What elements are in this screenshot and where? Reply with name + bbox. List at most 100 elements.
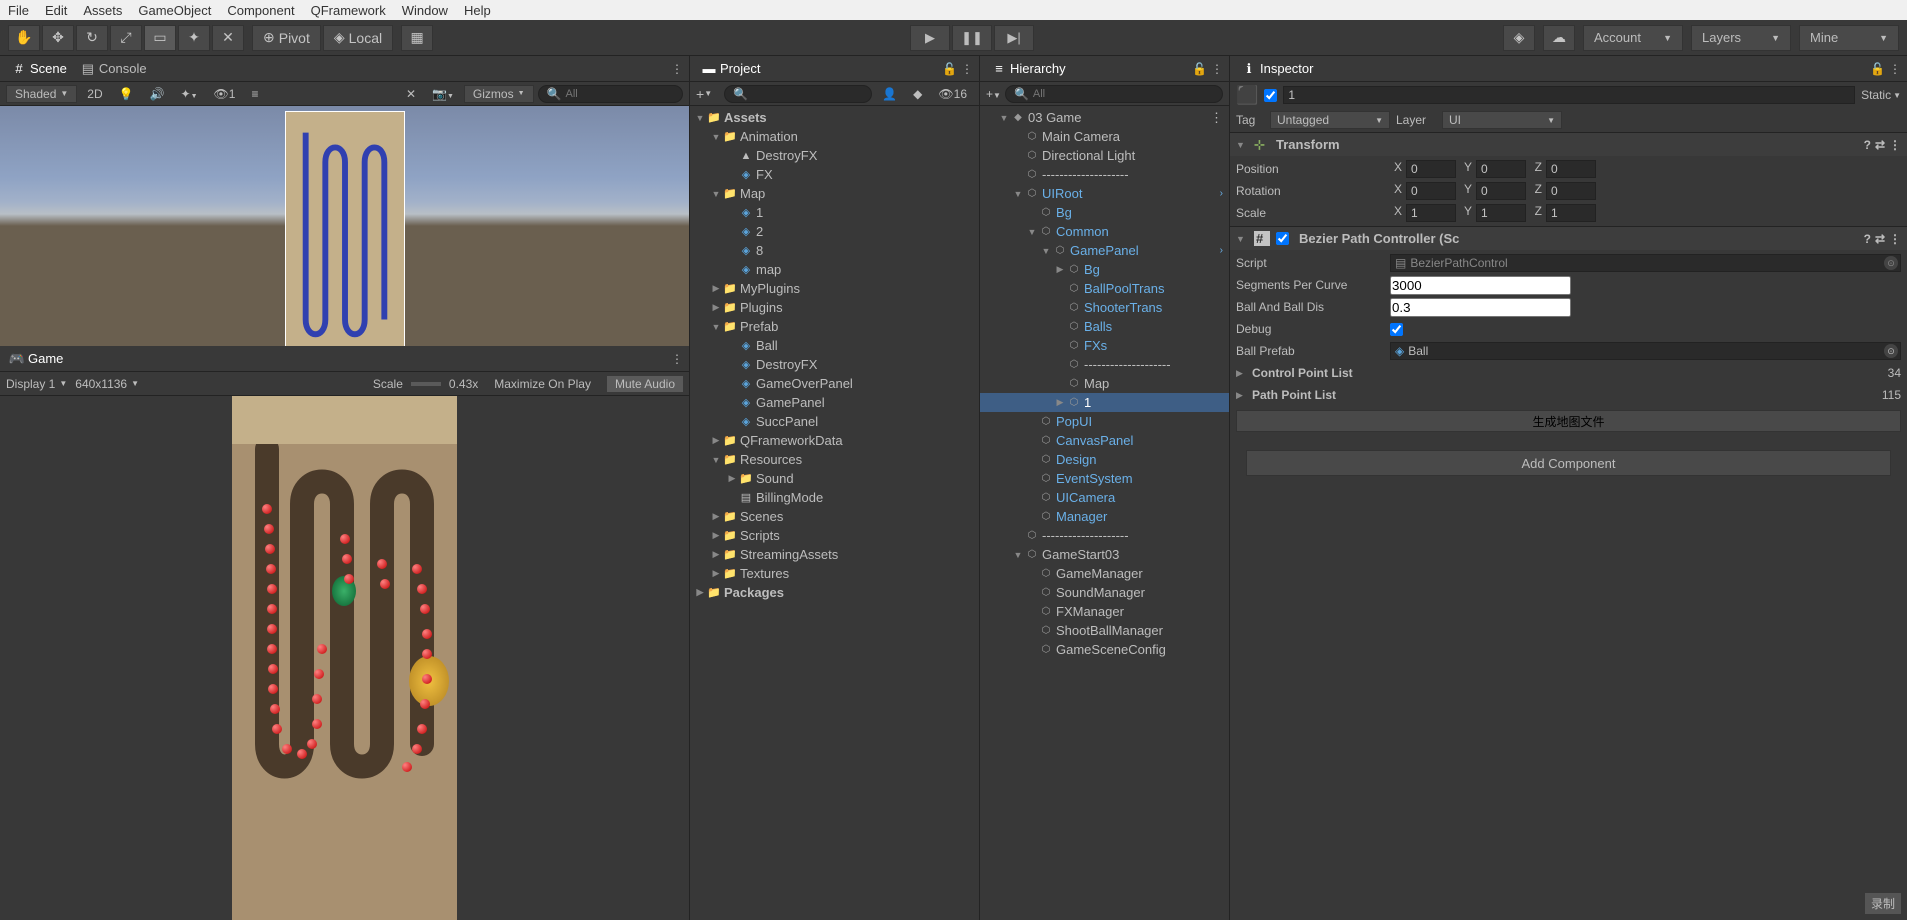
foldout-icon[interactable]: ▶ [1054, 264, 1066, 275]
gizmos-dropdown[interactable]: Gizmos▼ [464, 85, 534, 103]
hierarchy-item[interactable]: ▶⬡Main Camera [980, 127, 1229, 146]
scale-slider[interactable] [411, 382, 441, 386]
project-item[interactable]: ▼📁Assets [690, 108, 979, 127]
hierarchy-item[interactable]: ▶⬡GameManager [980, 564, 1229, 583]
tab-hierarchy[interactable]: ≡Hierarchy [988, 61, 1070, 76]
hierarchy-item[interactable]: ▶⬡EventSystem [980, 469, 1229, 488]
menu-window[interactable]: Window [402, 3, 448, 18]
scale-x[interactable] [1406, 204, 1456, 222]
local-toggle[interactable]: ◈Local [323, 25, 393, 51]
project-item[interactable]: ▶◈1 [690, 203, 979, 222]
project-item[interactable]: ▼📁Prefab [690, 317, 979, 336]
project-item[interactable]: ▶◈SuccPanel [690, 412, 979, 431]
foldout-icon[interactable]: ▼ [710, 189, 722, 199]
hierarchy-item[interactable]: ▶⬡-------------------- [980, 526, 1229, 545]
object-picker[interactable]: ⊙ [1884, 344, 1898, 358]
foldout-icon[interactable]: ▶ [710, 435, 722, 446]
hierarchy-item[interactable]: ▼⬡Common [980, 222, 1229, 241]
maximize-toggle[interactable]: Maximize On Play [486, 376, 599, 392]
transform-tool[interactable]: ✦ [178, 25, 210, 51]
custom-tool[interactable]: ✕ [212, 25, 244, 51]
project-item[interactable]: ▶◈DestroyFX [690, 355, 979, 374]
project-item[interactable]: ▶▲DestroyFX [690, 146, 979, 165]
foldout-icon[interactable]: ▼ [998, 113, 1010, 123]
hierarchy-item[interactable]: ▶⬡ShooterTrans [980, 298, 1229, 317]
menu-file[interactable]: File [8, 3, 29, 18]
project-item[interactable]: ▶📁QFrameworkData [690, 431, 979, 450]
foldout-icon[interactable]: ▶ [710, 511, 722, 522]
hierarchy-search-input[interactable] [1033, 88, 1214, 100]
scale-z[interactable] [1546, 204, 1596, 222]
pivot-toggle[interactable]: ⊕Pivot [252, 25, 321, 51]
panel-menu[interactable]: ⋮ [671, 352, 683, 366]
resolution-dropdown[interactable]: 640x1136▼ [75, 377, 139, 391]
lock-icon[interactable]: 🔓 [1192, 62, 1207, 76]
lock-icon[interactable]: 🔓 [942, 62, 957, 76]
project-filter-type[interactable]: 👤 [876, 86, 903, 102]
foldout-icon[interactable]: ▶ [710, 530, 722, 541]
tab-inspector[interactable]: ℹInspector [1238, 61, 1317, 76]
scale-tool[interactable]: ⤢ [110, 25, 142, 51]
play-button[interactable]: ▶ [910, 25, 950, 51]
shading-mode-dropdown[interactable]: Shaded▼ [6, 85, 77, 103]
project-item[interactable]: ▶▤BillingMode [690, 488, 979, 507]
layers-dropdown[interactable]: Layers▼ [1691, 25, 1791, 51]
project-item[interactable]: ▶◈FX [690, 165, 979, 184]
generate-map-button[interactable]: 生成地图文件 [1236, 410, 1901, 432]
scale-y[interactable] [1476, 204, 1526, 222]
hierarchy-item[interactable]: ▶⬡1 [980, 393, 1229, 412]
component-menu[interactable]: ⋮ [1889, 138, 1901, 152]
project-search-input[interactable] [752, 88, 863, 100]
hierarchy-item[interactable]: ▶⬡Balls [980, 317, 1229, 336]
object-picker[interactable]: ⊙ [1884, 256, 1898, 270]
foldout-icon[interactable]: ▼ [1026, 227, 1038, 237]
foldout-icon[interactable]: ▶ [1236, 368, 1248, 379]
foldout-icon[interactable]: ▼ [710, 132, 722, 142]
static-dropdown[interactable]: ▼ [1893, 91, 1901, 100]
rotation-y[interactable] [1476, 182, 1526, 200]
menu-assets[interactable]: Assets [83, 3, 122, 18]
project-item[interactable]: ▶📁MyPlugins [690, 279, 979, 298]
scene-fx-toggle[interactable]: ✦▼ [175, 86, 204, 102]
project-item[interactable]: ▶◈8 [690, 241, 979, 260]
collab-button[interactable]: ◈ [1503, 25, 1535, 51]
tab-game[interactable]: 🎮Game [6, 351, 67, 366]
panel-menu[interactable]: ⋮ [1889, 62, 1901, 76]
hierarchy-item[interactable]: ▶⬡FXs [980, 336, 1229, 355]
cloud-button[interactable]: ☁ [1543, 25, 1575, 51]
tab-scene[interactable]: #Scene [8, 61, 71, 76]
menu-component[interactable]: Component [227, 3, 294, 18]
position-x[interactable] [1406, 160, 1456, 178]
hierarchy-item[interactable]: ▼⬡GameStart03 [980, 545, 1229, 564]
enabled-checkbox[interactable] [1264, 89, 1277, 102]
hierarchy-item[interactable]: ▶⬡BallPoolTrans [980, 279, 1229, 298]
foldout-icon[interactable]: ▶ [1236, 390, 1248, 401]
foldout-icon[interactable]: ▶ [694, 587, 706, 598]
hierarchy-item[interactable]: ▶⬡PopUI [980, 412, 1229, 431]
project-filter-label[interactable]: ◆ [907, 86, 928, 102]
hierarchy-item[interactable]: ▶⬡-------------------- [980, 355, 1229, 374]
scene-layers-toggle[interactable]: ≡ [245, 86, 264, 102]
pause-button[interactable]: ❚❚ [952, 25, 992, 51]
project-item[interactable]: ▶📁Scenes [690, 507, 979, 526]
foldout-icon[interactable]: ▼ [1236, 140, 1248, 150]
foldout-icon[interactable]: ▶ [1054, 397, 1066, 408]
move-tool[interactable]: ✥ [42, 25, 74, 51]
create-asset-button[interactable]: +▼ [696, 86, 720, 102]
tab-console[interactable]: ▤Console [77, 61, 151, 76]
menu-edit[interactable]: Edit [45, 3, 67, 18]
lock-icon[interactable]: 🔓 [1870, 62, 1885, 76]
component-menu[interactable]: ⋮ [1889, 232, 1901, 246]
panel-menu[interactable]: ⋮ [1211, 62, 1223, 76]
project-item[interactable]: ▶📁StreamingAssets [690, 545, 979, 564]
menu-qframework[interactable]: QFramework [311, 3, 386, 18]
2d-toggle[interactable]: 2D [81, 86, 108, 102]
bezier-component-header[interactable]: ▼ # Bezier Path Controller (Sc ?⇄⋮ [1230, 226, 1907, 250]
foldout-icon[interactable]: ▶ [726, 473, 738, 484]
hierarchy-item[interactable]: ▶⬡-------------------- [980, 165, 1229, 184]
foldout-icon[interactable]: ▼ [710, 322, 722, 332]
project-item[interactable]: ▶📁Packages [690, 583, 979, 602]
menu-gameobject[interactable]: GameObject [138, 3, 211, 18]
hierarchy-tree[interactable]: ▼◆03 Game⋮▶⬡Main Camera▶⬡Directional Lig… [980, 106, 1229, 920]
panel-menu[interactable]: ⋮ [961, 62, 973, 76]
